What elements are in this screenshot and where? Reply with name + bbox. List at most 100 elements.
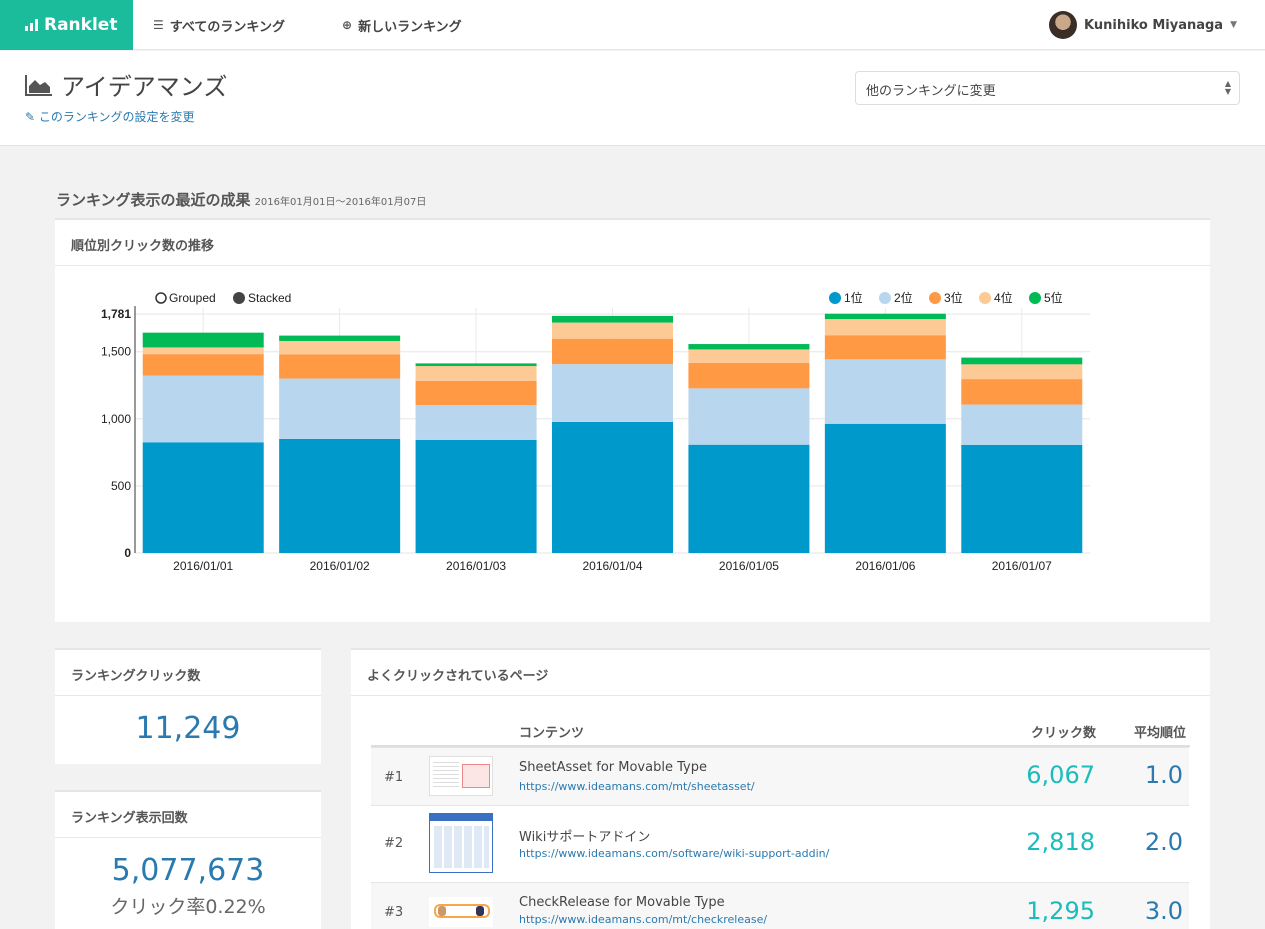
x-tick-label: 2016/01/05 bbox=[719, 559, 779, 573]
bar-segment[interactable] bbox=[688, 362, 810, 389]
bar-segment[interactable] bbox=[415, 363, 537, 367]
user-menu[interactable]: Kunihiko Miyanaga ▼ bbox=[1049, 0, 1237, 50]
legend-swatch[interactable] bbox=[829, 292, 841, 304]
page-thumbnail[interactable] bbox=[429, 756, 493, 796]
x-tick-label: 2016/01/04 bbox=[582, 559, 642, 573]
radio-grouped[interactable] bbox=[155, 292, 167, 304]
select-arrows-icon: ▲ ▼ bbox=[1224, 79, 1231, 96]
bar-segment[interactable] bbox=[279, 335, 401, 341]
page-thumbnail[interactable] bbox=[429, 813, 493, 873]
row-rank: #3 bbox=[384, 905, 404, 920]
bar-segment[interactable] bbox=[279, 378, 401, 439]
legend-label[interactable]: 4位 bbox=[994, 290, 1013, 305]
bar-segment[interactable] bbox=[415, 439, 537, 553]
bar-segment[interactable] bbox=[688, 349, 810, 363]
mode-stacked[interactable]: Stacked bbox=[233, 291, 291, 305]
legend-swatch[interactable] bbox=[879, 292, 891, 304]
date-range: 2016年01月01日〜2016年01月07日 bbox=[254, 197, 427, 208]
page-url[interactable]: https://www.ideamans.com/mt/checkrelease… bbox=[519, 913, 767, 926]
bar-segment[interactable] bbox=[824, 359, 946, 424]
edit-settings-link[interactable]: ✎ このランキングの設定を変更 bbox=[25, 108, 195, 125]
x-tick-label: 2016/01/07 bbox=[992, 559, 1052, 573]
bar-segment[interactable] bbox=[142, 347, 264, 355]
page-title: CheckRelease for Movable Type bbox=[519, 895, 725, 910]
legend-swatch[interactable] bbox=[1029, 292, 1041, 304]
bar-segment[interactable] bbox=[688, 444, 810, 553]
navbar: Ranklet ☰ すべてのランキング ⊕ 新しいランキング Kunihiko … bbox=[0, 0, 1265, 50]
nav-new-ranking[interactable]: ⊕ 新しいランキング bbox=[342, 0, 462, 50]
brand-logo[interactable]: Ranklet bbox=[0, 0, 133, 50]
nav-new-ranking-label: 新しいランキング bbox=[358, 19, 462, 35]
nav-all-rankings-label: すべてのランキング bbox=[169, 19, 285, 35]
row-avg-rank: 1.0 bbox=[1144, 761, 1183, 789]
bar-segment[interactable] bbox=[961, 444, 1083, 553]
bar-segment[interactable] bbox=[279, 438, 401, 553]
y-tick-label: 1,000 bbox=[101, 412, 131, 426]
bar-segment[interactable] bbox=[961, 364, 1083, 380]
bar-segment[interactable] bbox=[824, 313, 946, 320]
legend-label[interactable]: 3位 bbox=[944, 290, 963, 305]
x-tick-label: 2016/01/03 bbox=[446, 559, 506, 573]
bar-segment[interactable] bbox=[142, 354, 264, 376]
row-clicks: 2,818 bbox=[1026, 828, 1095, 856]
chart-panel-title: 順位別クリック数の推移 bbox=[55, 220, 1210, 266]
table-row[interactable]: #3 CheckRelease for Movable Type https:/… bbox=[371, 882, 1189, 929]
bar-segment[interactable] bbox=[552, 338, 673, 365]
bar-segment[interactable] bbox=[415, 380, 537, 405]
bar-segment[interactable] bbox=[279, 340, 401, 355]
bar-segment[interactable] bbox=[961, 379, 1083, 405]
bar-segment[interactable] bbox=[415, 404, 537, 440]
bar-segment[interactable] bbox=[552, 315, 673, 323]
plus-circle-icon: ⊕ bbox=[342, 18, 353, 32]
row-rank: #2 bbox=[384, 836, 404, 851]
bar-segment[interactable] bbox=[142, 442, 264, 553]
mode-grouped-label: Grouped bbox=[169, 291, 216, 305]
clicks-by-rank-chart: 1,781 1,500 1,000 500 0 2016/01/01 2016/01/02 2… bbox=[101, 290, 1090, 573]
mode-grouped[interactable]: Grouped bbox=[155, 291, 216, 305]
bar-segment[interactable] bbox=[142, 375, 264, 443]
legend-label[interactable]: 1位 bbox=[844, 290, 863, 305]
y-tick-label: 1,781 bbox=[101, 307, 131, 321]
bar-segment[interactable] bbox=[552, 322, 673, 339]
bar-segment[interactable] bbox=[824, 423, 946, 553]
page-title: SheetAsset for Movable Type bbox=[519, 760, 707, 775]
row-clicks: 6,067 bbox=[1026, 761, 1095, 789]
table-row[interactable]: #2 Wikiサポートアドイン https://www.ideamans.com… bbox=[371, 805, 1189, 882]
row-rank: #1 bbox=[384, 770, 404, 785]
mode-stacked-label: Stacked bbox=[248, 291, 291, 305]
ranking-select[interactable]: 他のランキングに変更 ▲ ▼ bbox=[855, 71, 1240, 105]
table-row[interactable]: #1 SheetAsset for Movable Type https://w… bbox=[371, 747, 1189, 805]
bar-segment[interactable] bbox=[961, 357, 1083, 365]
bar-segment[interactable] bbox=[415, 366, 537, 381]
page-title-text: アイデアマンズ bbox=[61, 73, 228, 101]
bar-segment[interactable] bbox=[688, 344, 810, 350]
page-url[interactable]: https://www.ideamans.com/software/wiki-s… bbox=[519, 847, 829, 860]
legend-swatch[interactable] bbox=[929, 292, 941, 304]
bar-segment[interactable] bbox=[961, 404, 1083, 445]
bar-segment[interactable] bbox=[552, 364, 673, 422]
caret-down-icon: ▼ bbox=[1230, 20, 1237, 30]
bar-segment[interactable] bbox=[688, 388, 810, 445]
popular-pages-panel: よくクリックされているページ コンテンツ クリック数 平均順位 #1 Sheet… bbox=[351, 648, 1210, 929]
chart-legend: 1位 2位 3位 4位 5位 bbox=[829, 290, 1063, 305]
chart-bars-icon bbox=[25, 19, 38, 31]
legend-label[interactable]: 5位 bbox=[1044, 290, 1063, 305]
edit-settings-label: このランキングの設定を変更 bbox=[38, 110, 195, 124]
col-avg-rank: 平均順位 bbox=[1133, 726, 1186, 741]
x-tick-label: 2016/01/02 bbox=[310, 559, 370, 573]
bar-segment[interactable] bbox=[824, 335, 946, 360]
legend-swatch[interactable] bbox=[979, 292, 991, 304]
bar-segment[interactable] bbox=[279, 354, 401, 379]
page-url[interactable]: https://www.ideamans.com/mt/sheetasset/ bbox=[519, 780, 755, 793]
radio-stacked[interactable] bbox=[233, 292, 245, 304]
row-clicks: 1,295 bbox=[1026, 897, 1095, 925]
impression-count-panel: ランキング表示回数 5,077,673 クリック率0.22% bbox=[55, 790, 321, 929]
bar-segment[interactable] bbox=[552, 421, 673, 553]
y-tick-label: 0 bbox=[124, 546, 131, 560]
page-thumbnail[interactable] bbox=[429, 897, 493, 927]
bar-segment[interactable] bbox=[142, 332, 264, 348]
impression-count-title: ランキング表示回数 bbox=[55, 792, 321, 838]
nav-all-rankings[interactable]: ☰ すべてのランキング bbox=[153, 0, 285, 50]
legend-label[interactable]: 2位 bbox=[894, 290, 913, 305]
bar-segment[interactable] bbox=[824, 319, 946, 336]
